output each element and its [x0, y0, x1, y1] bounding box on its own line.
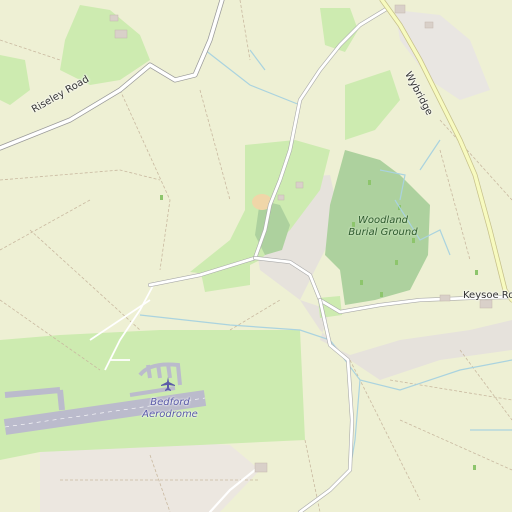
airport-icon: [161, 377, 175, 391]
map-view[interactable]: Riseley Road Wybridge Keysoe Row Woodlan…: [0, 0, 512, 512]
road-label-keysoe: Keysoe Row: [463, 290, 512, 301]
woodland-label: Woodland Burial Ground: [340, 215, 426, 239]
aerodrome-grass: [0, 330, 305, 460]
aerodrome-label-line1: Bedford: [150, 397, 190, 408]
aerodrome-label: Bedford Aerodrome: [135, 397, 205, 421]
woodland-label-line1: Woodland: [357, 215, 409, 226]
residential-area-south: [40, 440, 260, 512]
map-canvas: [0, 0, 512, 512]
aerodrome-label-line2: Aerodrome: [142, 409, 198, 420]
woodland-label-line2: Burial Ground: [348, 227, 418, 238]
